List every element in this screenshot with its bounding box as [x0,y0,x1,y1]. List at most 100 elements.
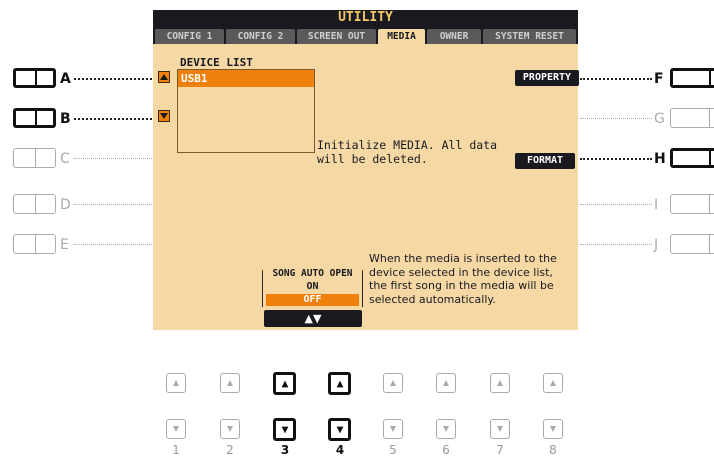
right-i-connector [580,204,652,205]
button-6-down[interactable] [436,419,456,439]
left-button-c-label: C [60,151,70,167]
button-3-down[interactable] [273,418,296,441]
tab-owner[interactable]: OWNER [427,29,481,44]
tab-bar: CONFIG 1 CONFIG 2 SCREEN OUT MEDIA OWNER… [153,26,578,44]
button-4-down[interactable] [328,418,351,441]
button-1-number: 1 [172,443,180,457]
right-button-j[interactable] [670,234,714,254]
property-button[interactable]: PROPERTY [515,70,579,86]
left-button-d[interactable] [13,194,56,214]
left-a-connector [74,78,152,80]
left-b-connector [74,118,152,120]
triangle-up-icon [281,380,288,387]
button-6-up[interactable] [436,373,456,393]
triangle-down-icon [227,426,233,432]
left-d-connector [74,204,152,205]
left-button-e[interactable] [13,234,56,254]
button-3-number: 3 [280,443,290,457]
right-f-connector [580,78,652,80]
button-4-up[interactable] [328,372,351,395]
left-button-b-label: B [60,111,71,127]
button-8-number: 8 [549,443,557,457]
button-3-up[interactable] [273,372,296,395]
button-7-number: 7 [496,443,504,457]
triangle-down-icon [550,426,556,432]
triangle-down-icon [390,426,396,432]
format-message-line: Initialize MEDIA. All data [317,138,498,152]
auto-open-message-line: selected automatically. [369,292,496,306]
triangle-down-icon [497,426,503,432]
format-button[interactable]: FORMAT [515,153,575,169]
screen-title: UTILITY [153,10,578,26]
button-8-up[interactable] [543,373,563,393]
right-j-connector [580,244,652,245]
triangle-up-icon [336,380,343,387]
triangle-up-icon [497,380,503,386]
triangle-up-icon [550,380,556,386]
left-button-c[interactable] [13,148,56,168]
button-1-up[interactable] [166,373,186,393]
right-button-f[interactable] [670,68,714,88]
auto-open-message-line: the first song in the media will be [369,279,554,292]
button-2-up[interactable] [220,373,240,393]
right-button-h-label: H [654,151,666,167]
right-h-connector [580,158,652,160]
button-2-down[interactable] [220,419,240,439]
button-1-down[interactable] [166,419,186,439]
right-button-i[interactable] [670,194,714,214]
button-7-down[interactable] [490,419,510,439]
button-6-number: 6 [442,443,450,457]
auto-open-message-line: device selected in the device list, [369,265,553,279]
format-message-line: will be deleted. [317,152,428,166]
left-c-connector [74,158,152,159]
song-auto-open-off-option[interactable]: OFF [266,294,359,306]
right-button-f-label: F [654,71,664,87]
triangle-up-icon [390,380,396,386]
triangle-down-icon [336,426,343,433]
triangle-up-icon [443,380,449,386]
button-2-number: 2 [226,443,234,457]
tab-system-reset[interactable]: SYSTEM RESET [483,29,576,44]
left-button-a-label: A [60,71,71,87]
button-8-down[interactable] [543,419,563,439]
tab-config-1[interactable]: CONFIG 1 [155,29,224,44]
tab-screen-out[interactable]: SCREEN OUT [297,29,376,44]
auto-open-message: When the media is inserted to the device… [369,252,557,306]
device-list-down-button[interactable] [158,110,170,122]
triangle-down-icon [173,426,179,432]
device-list: USB1 [177,69,315,153]
left-button-e-label: E [60,237,69,253]
triangle-up-icon [227,380,233,386]
auto-open-message-line: When the media is inserted to the [369,252,557,265]
updown-button[interactable]: ▲▼ [264,310,362,327]
button-5-number: 5 [389,443,397,457]
format-message: Initialize MEDIA. All data will be delet… [317,138,497,166]
device-list-item[interactable]: USB1 [178,70,314,87]
right-g-connector [580,118,652,119]
left-button-b[interactable] [13,108,56,128]
left-button-a[interactable] [13,68,56,88]
button-5-down[interactable] [383,419,403,439]
button-4-number: 4 [335,443,345,457]
triangle-down-icon [160,113,168,119]
left-button-d-label: D [60,197,71,213]
right-button-h[interactable] [670,148,714,168]
triangle-down-icon [443,426,449,432]
right-button-i-label: I [654,197,659,213]
right-button-g-label: G [654,111,665,127]
device-list-up-button[interactable] [158,71,170,83]
triangle-up-icon [160,74,168,80]
song-auto-open-on-option[interactable]: ON [263,281,362,292]
lcd-screen: UTILITY CONFIG 1 CONFIG 2 SCREEN OUT MED… [153,10,579,330]
right-button-g[interactable] [670,108,714,128]
tab-config-2[interactable]: CONFIG 2 [226,29,295,44]
tab-media[interactable]: MEDIA [378,29,425,44]
button-7-up[interactable] [490,373,510,393]
right-button-j-label: J [654,237,659,253]
button-5-up[interactable] [383,373,403,393]
left-e-connector [74,244,152,245]
triangle-up-icon [173,380,179,386]
triangle-down-icon [281,426,288,433]
device-list-title: DEVICE LIST [180,56,253,69]
song-auto-open-label: SONG AUTO OPEN [263,268,362,279]
